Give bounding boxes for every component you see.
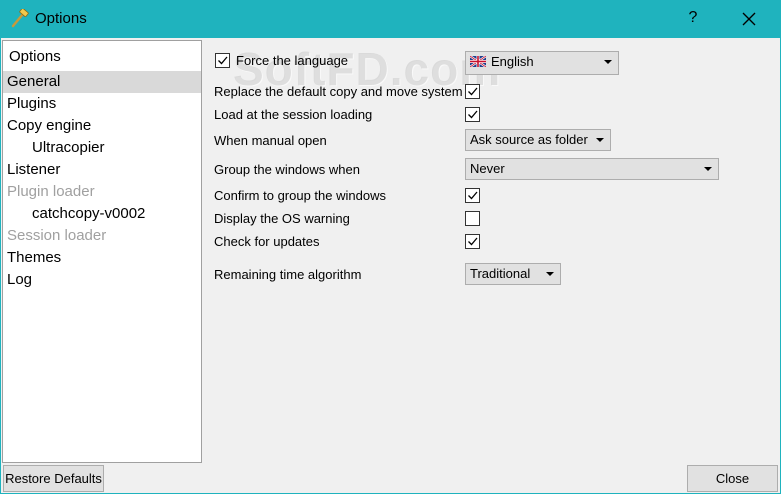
tree-item-themes[interactable]: Themes [3,247,201,269]
replace-copy-label: Replace the default copy and move system [214,84,463,99]
window-title: Options [35,10,87,27]
manual-open-select[interactable]: Ask source as folder [465,129,611,151]
restore-defaults-button[interactable]: Restore Defaults [3,465,104,492]
checkmark-icon [468,191,478,200]
force-language-checkbox[interactable] [215,53,230,68]
language-value: English [491,54,534,69]
language-select[interactable]: English [465,51,619,75]
check-updates-checkbox[interactable] [465,234,480,249]
checkmark-icon [468,110,478,119]
os-warning-checkbox[interactable] [465,211,480,226]
chevron-down-icon [704,167,712,171]
hammer-icon [11,9,29,28]
remaining-time-label: Remaining time algorithm [214,267,362,282]
group-windows-value: Never [470,161,505,176]
checkmark-icon [218,56,228,65]
remaining-time-value: Traditional [470,266,531,281]
load-session-label: Load at the session loading [214,107,373,122]
general-panel: Force the language English Replace the d… [204,40,779,463]
confirm-group-label: Confirm to group the windows [214,188,386,203]
tree-item-log[interactable]: Log [3,269,201,291]
uk-flag-icon [470,56,486,67]
load-session-checkbox[interactable] [465,107,480,122]
os-warning-label: Display the OS warning [214,211,350,226]
title-bar: Options ? [0,0,781,38]
chevron-down-icon [546,272,554,276]
confirm-group-checkbox[interactable] [465,188,480,203]
tree-item-plugins[interactable]: Plugins [3,93,201,115]
tree-header: Options [9,48,61,65]
close-icon[interactable] [738,8,760,30]
manual-open-label: When manual open [214,133,327,148]
force-language-label: Force the language [236,53,349,68]
tree-item-copy-engine[interactable]: Copy engine [3,115,201,137]
group-windows-select[interactable]: Never [465,158,719,180]
check-updates-label: Check for updates [214,234,320,249]
checkmark-icon [468,237,478,246]
checkmark-icon [468,87,478,96]
tree-item-catchcopy-v0002[interactable]: catchcopy-v0002 [3,203,201,225]
group-windows-label: Group the windows when [214,162,360,177]
close-button[interactable]: Close [687,465,778,492]
tree-item-plugin-loader: Plugin loader [7,183,95,200]
help-button[interactable]: ? [686,9,700,27]
manual-open-value: Ask source as folder [470,132,588,147]
tree-item-ultracopier[interactable]: Ultracopier [3,137,201,159]
options-tree[interactable]: Options General Plugins Copy engine Ultraco… [2,40,202,463]
chevron-down-icon [604,60,612,64]
remaining-time-select[interactable]: Traditional [465,263,561,285]
replace-copy-checkbox[interactable] [465,84,480,99]
tree-item-session-loader: Session loader [7,227,107,244]
tree-item-listener[interactable]: Listener [3,159,201,181]
chevron-down-icon [596,138,604,142]
tree-item-general[interactable]: General [3,71,201,93]
